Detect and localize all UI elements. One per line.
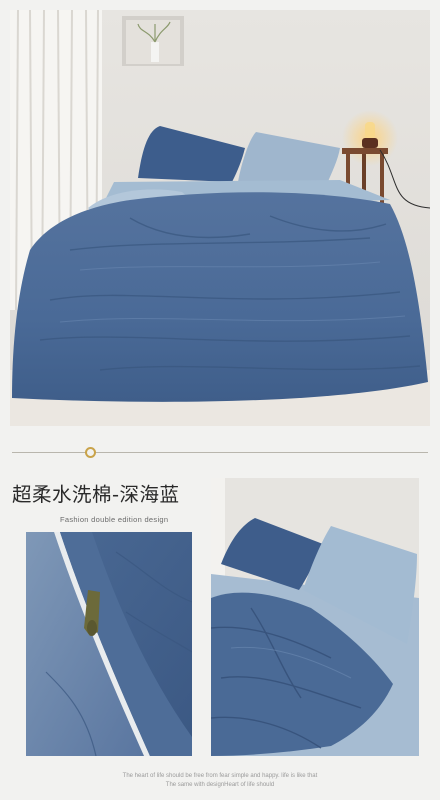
footer-line-2: The same with designHeart of life should <box>165 782 275 788</box>
footer-tagline: The heart of life should be free from fe… <box>0 772 440 790</box>
product-title: 超柔水洗棉-深海蓝 <box>12 483 180 506</box>
zipper-detail-photo <box>26 532 192 756</box>
hero-bed-photo <box>10 10 430 426</box>
section-divider <box>12 452 428 453</box>
divider-dot-ornament <box>85 447 96 458</box>
zipper-illustration <box>26 532 192 756</box>
product-subtitle: Fashion double edition design <box>60 515 169 524</box>
hero-bed-illustration <box>10 10 430 426</box>
bed-corner-detail-photo <box>211 478 419 756</box>
footer-line-1: The heart of life should be free from fe… <box>122 773 318 779</box>
bed-corner-illustration <box>211 478 419 756</box>
